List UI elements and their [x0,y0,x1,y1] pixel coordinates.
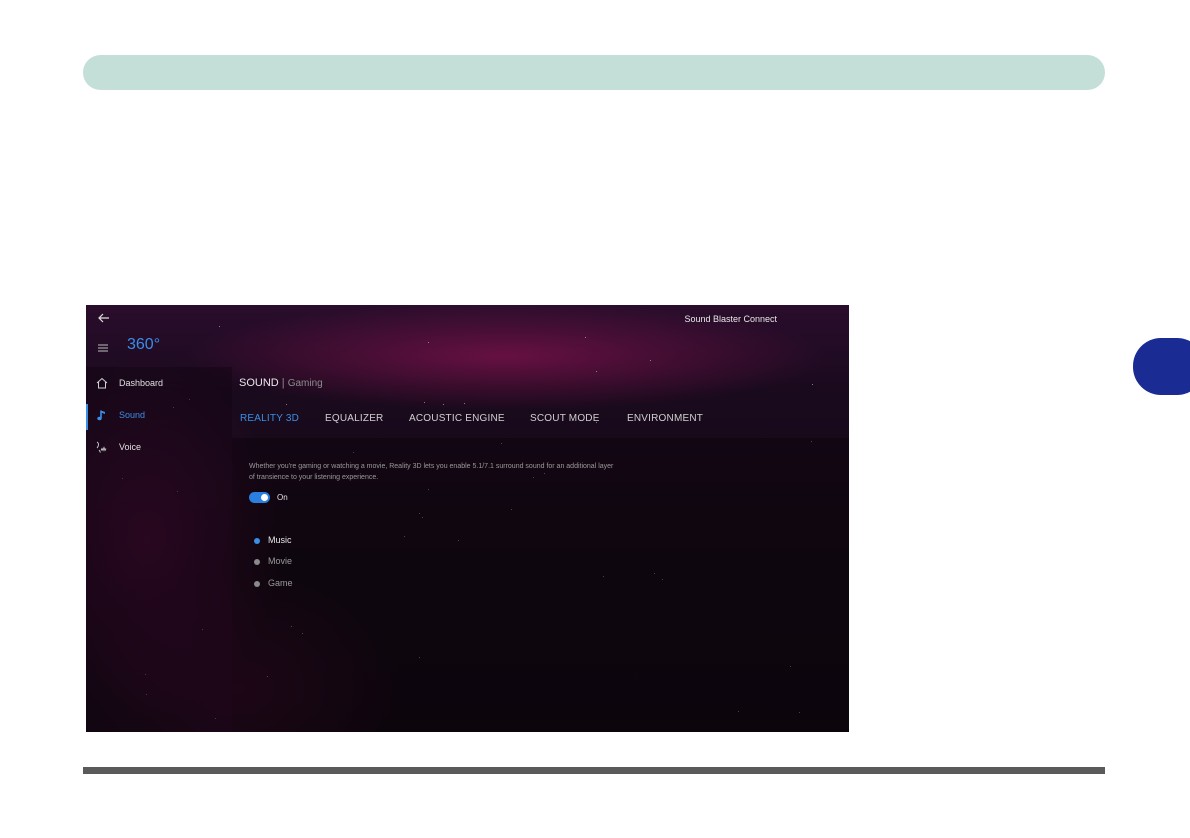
mode-option-label: Music [268,535,292,545]
section-subtitle: Gaming [287,378,323,389]
home-icon [96,377,108,389]
hamburger-menu-icon[interactable] [97,342,109,354]
chapter-tab [1133,338,1190,395]
section-title: SOUND | Gaming [239,377,323,389]
radio-dot [254,559,260,565]
tab-bar: REALITY 3D EQUALIZER ACOUSTIC ENGINE SCO… [232,401,849,438]
sidebar-item-sound[interactable]: Sound [86,401,232,430]
tab-scout-mode[interactable]: SCOUT MODE [530,413,600,424]
music-note-icon [97,410,105,421]
mode-option-label: Movie [268,556,293,566]
tab-reality-3d[interactable]: REALITY 3D [240,413,299,424]
feature-description: Whether you're gaming or watching a movi… [249,463,614,481]
tab-acoustic-engine[interactable]: ACOUSTIC ENGINE [409,413,505,424]
toggle-label: On [277,493,288,502]
tab-environment[interactable]: ENVIRONMENT [627,413,703,424]
radio-dot [254,581,260,587]
voice-icon [96,441,107,453]
reality-3d-toggle[interactable] [249,492,270,503]
app-title: Sound Blaster Connect [684,314,777,324]
back-arrow-icon[interactable] [96,310,112,326]
page-footer-rule [83,767,1105,774]
page-header-bar [83,55,1105,90]
app-window: Sound Blaster Connect 360° Dashboard Sou… [86,305,849,732]
sidebar: Dashboard Sound Voice [86,367,232,732]
sidebar-item-label: Dashboard [119,378,164,388]
mode-option-game[interactable]: Game [254,577,374,591]
app-header: 360° [86,333,849,367]
toggle-knob [261,494,268,501]
section-separator: | [281,377,285,389]
main-panel: SOUND | Gaming REALITY 3D EQUALIZER ACOU… [232,367,849,732]
mode-option-label: Game [268,578,293,588]
radio-dot [254,538,260,544]
brand-logo-text: 360° [127,336,161,353]
sidebar-item-voice[interactable]: Voice [86,433,232,461]
sidebar-item-dashboard[interactable]: Dashboard [86,369,232,397]
section-name: SOUND [239,377,279,389]
sidebar-item-label: Sound [119,410,146,420]
title-bar: Sound Blaster Connect [86,305,849,333]
tab-equalizer[interactable]: EQUALIZER [325,413,383,424]
mode-option-music[interactable]: Music [254,534,374,548]
sidebar-item-label: Voice [119,442,142,452]
reality-3d-panel: Whether you're gaming or watching a movi… [232,437,849,732]
mode-option-movie[interactable]: Movie [254,555,374,569]
